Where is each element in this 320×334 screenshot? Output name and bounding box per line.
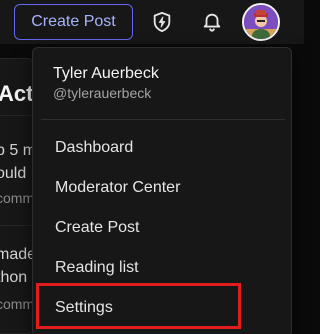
user-profile-link[interactable]: Tyler Auerbeck @tylerauerbeck xyxy=(41,56,285,112)
menu-item-settings[interactable]: Settings xyxy=(41,290,285,326)
user-menu-dropdown: Tyler Auerbeck @tylerauerbeck Dashboard … xyxy=(32,47,292,334)
user-handle: @tylerauerbeck xyxy=(53,85,152,101)
feed-divider xyxy=(0,225,33,226)
feed-heading: Active xyxy=(0,81,34,106)
post-title-line[interactable]: thon xyxy=(0,269,27,287)
post-meta: comm xyxy=(0,190,34,206)
top-navbar: Create Post xyxy=(0,0,304,44)
feed-divider xyxy=(0,115,33,116)
user-name: Tyler Auerbeck xyxy=(53,65,159,82)
menu-item-reading-list[interactable]: Reading list xyxy=(41,250,285,286)
bell-icon[interactable] xyxy=(200,10,224,34)
post-title-line[interactable]: made xyxy=(0,246,33,264)
menu-divider xyxy=(41,119,285,120)
feed-panel: Active p 5 m ould comm made thon comm xyxy=(0,58,34,334)
menu-item-dashboard[interactable]: Dashboard xyxy=(41,130,285,166)
lightning-icon[interactable] xyxy=(150,10,174,34)
post-meta: comm xyxy=(0,296,34,312)
create-post-button[interactable]: Create Post xyxy=(14,4,133,40)
post-title-line[interactable]: p 5 m xyxy=(0,142,33,160)
post-title-line[interactable]: ould xyxy=(0,165,26,183)
menu-item-moderator-center[interactable]: Moderator Center xyxy=(41,170,285,206)
avatar[interactable] xyxy=(242,3,280,41)
menu-item-create-post[interactable]: Create Post xyxy=(41,210,285,246)
